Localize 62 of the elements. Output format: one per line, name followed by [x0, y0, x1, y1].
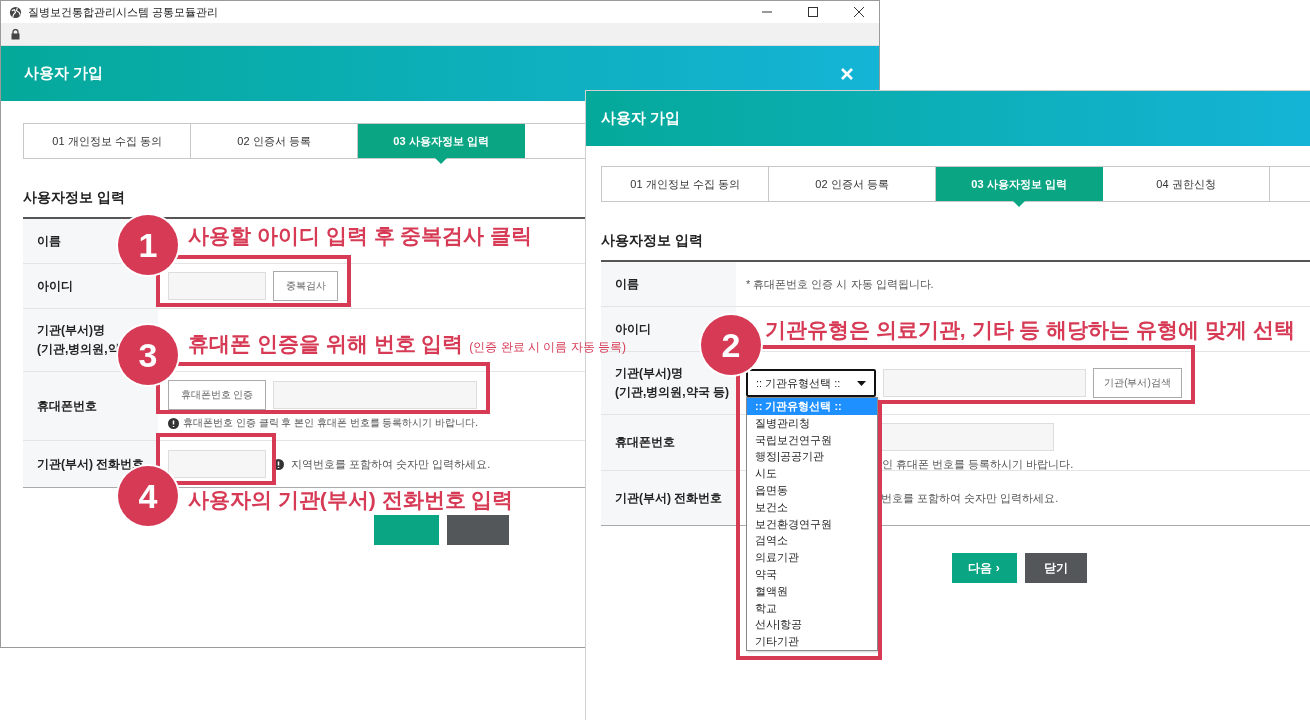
globe-icon — [9, 5, 22, 19]
field-label: 기관(부서)명 — [37, 322, 105, 339]
phone-field[interactable] — [273, 381, 477, 409]
field-label: (기관,병의원,약국 등) — [615, 384, 729, 401]
field-label: 휴대폰번호 — [37, 397, 97, 415]
step-tab[interactable]: 01 개인정보 수집 동의 — [24, 124, 191, 158]
dropdown-option[interactable]: 학교 — [747, 599, 877, 617]
section-title: 사용자정보 입력 — [601, 232, 704, 250]
field-label: 기관(부서)명 — [615, 365, 683, 382]
close-button[interactable]: 닫기 — [1024, 553, 1087, 583]
section-title: 사용자정보 입력 — [23, 189, 126, 207]
field-label: 아이디 — [615, 320, 651, 338]
hint-text: 번호를 포함하여 숫자만 입력하세요. — [881, 490, 1059, 506]
step-tab[interactable]: 04 권한신청 — [1103, 167, 1270, 201]
dialog-title: 사용자 가입 — [24, 64, 104, 83]
field-note: * 휴대폰번호 인증 시 자동 입력됩니다. — [746, 276, 935, 292]
hint-text: 인 휴대폰 번호를 등록하시기 바랍니다. — [882, 457, 1074, 472]
org-name-field[interactable] — [883, 369, 1086, 397]
step-tab[interactable]: 01 개인정보 수집 동의 — [602, 167, 769, 201]
maximize-icon[interactable] — [807, 6, 819, 18]
annotation-note: (인증 완료 시 이름 자동 등록) — [469, 339, 626, 356]
dialog-title: 사용자 가입 — [601, 109, 681, 128]
field-label: 이름 — [37, 232, 61, 250]
dropdown-option[interactable]: 행정|공공기관 — [747, 448, 877, 466]
annotation-text: 사용자의 기관(부서) 전화번호 입력 — [188, 487, 514, 513]
caret-icon — [857, 380, 866, 386]
annotation-text: 휴대폰 인증을 위해 번호 입력 — [188, 331, 464, 357]
search-button[interactable]: 기관(부서)검색 — [1093, 368, 1182, 398]
dropdown-option[interactable]: 국립보건연구원 — [747, 431, 877, 449]
phone-field[interactable] — [168, 450, 266, 478]
dropdown-option[interactable]: 보건소 — [747, 498, 877, 516]
dropdown-option[interactable]: 기타기관 — [747, 633, 877, 650]
close-button[interactable] — [446, 515, 509, 545]
check-button[interactable]: 중복검사 — [273, 271, 338, 301]
id-field[interactable] — [168, 272, 266, 300]
dropdown-option[interactable]: 혈액원 — [747, 582, 877, 600]
hint-text: 지역번호를 포함하여 숫자만 입력하세요. — [291, 456, 491, 472]
close-icon[interactable] — [853, 6, 865, 18]
annotation-text: 기관유형은 의료기관, 기타 등 해당하는 유형에 맞게 선택 — [765, 317, 1295, 343]
field-label: 이름 — [615, 275, 639, 293]
window-title: 질병보건통합관리시스템 공통모듈관리 — [28, 4, 219, 20]
dropdown-option[interactable]: 의료기관 — [747, 549, 877, 566]
tab-pointer-icon — [1013, 201, 1025, 207]
tab-pointer-icon — [435, 158, 447, 164]
dropdown-option[interactable]: 보건환경연구원 — [747, 515, 877, 533]
field-label: (기관,병의원,약 — [37, 341, 120, 358]
lock-icon — [11, 28, 20, 40]
verify-button[interactable]: 휴대폰번호 인증 — [168, 380, 266, 410]
dropdown-option[interactable]: 약국 — [747, 565, 877, 583]
dropdown-option[interactable]: 읍면동 — [747, 482, 877, 499]
hint-text: 휴대폰번호 인증 클릭 후 본인 휴대폰 번호를 등록하시기 바랍니다. — [183, 416, 478, 430]
field-label: 기관(부서) 전화번호 — [615, 489, 723, 507]
annotation-text: 사용할 아이디 입력 후 중복검사 클릭 — [188, 223, 533, 249]
dropdown-option[interactable]: 검역소 — [747, 532, 877, 550]
field-label: 아이디 — [37, 277, 73, 295]
dropdown-option[interactable]: 질병관리청 — [747, 414, 877, 432]
field-label: 휴대폰번호 — [615, 434, 675, 451]
next-button[interactable] — [373, 515, 439, 545]
phone-field[interactable] — [881, 423, 1054, 451]
type-select[interactable]: :: 기관유형선택 :: — [746, 369, 876, 397]
dropdown-option[interactable]: 시도 — [747, 465, 877, 482]
dropdown-option[interactable]: 선사|항공 — [747, 616, 877, 634]
